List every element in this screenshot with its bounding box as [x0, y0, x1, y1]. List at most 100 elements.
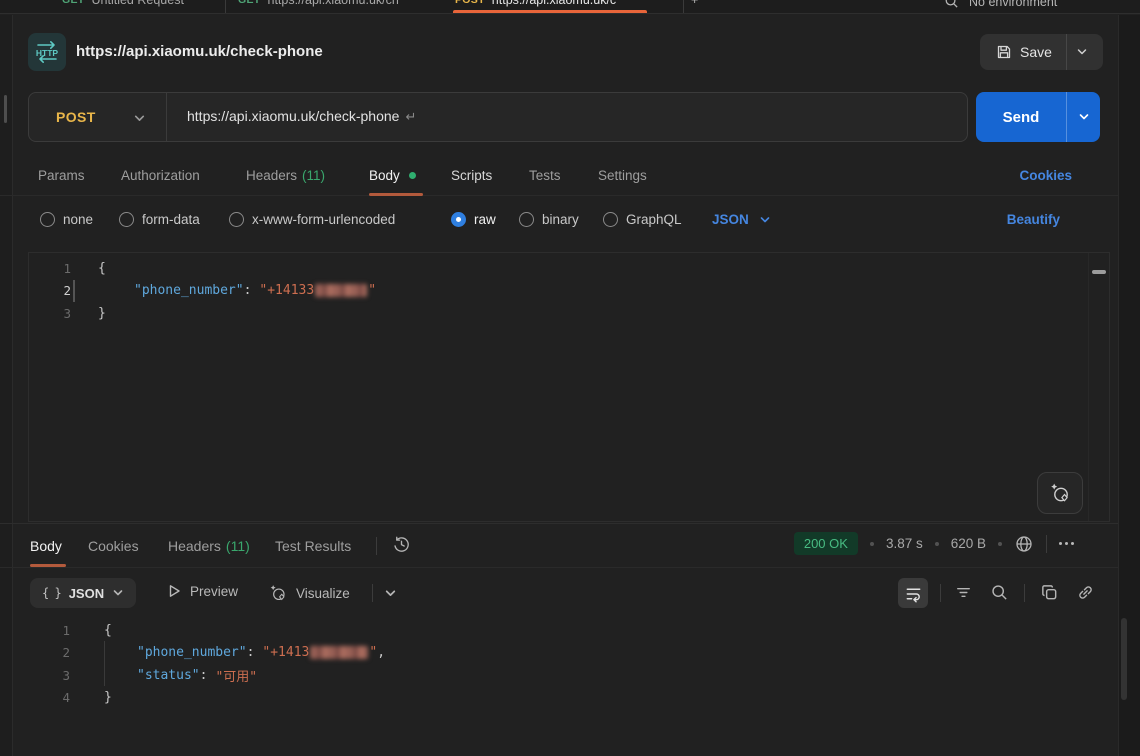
radio-raw-selected[interactable]: raw [451, 212, 496, 227]
headers-count: (11) [302, 168, 325, 183]
response-body-viewer[interactable]: 1 { 2 "phone_number":"+1413", 3 "status"… [28, 612, 1118, 756]
search-icon[interactable] [990, 583, 1009, 602]
response-history-icon[interactable] [392, 535, 411, 554]
postbot-ai-button[interactable] [1037, 472, 1083, 514]
redacted-phone-digits [315, 284, 367, 297]
editor-scrollbar-thumb[interactable] [1092, 270, 1106, 274]
sparkle-circle-icon [268, 583, 288, 603]
tab-tests[interactable]: Tests [529, 168, 561, 183]
save-options-caret[interactable] [1066, 34, 1097, 70]
copy-icon[interactable] [1040, 583, 1059, 602]
url-divider [166, 93, 167, 141]
network-globe-icon[interactable] [1014, 534, 1034, 554]
radio-binary[interactable]: binary [519, 212, 579, 227]
line-number: 1 [28, 623, 70, 638]
response-tab-body[interactable]: Body [30, 538, 62, 554]
link-icon[interactable] [1076, 583, 1095, 602]
tab-settings[interactable]: Settings [598, 168, 647, 183]
save-button[interactable]: Save [980, 34, 1103, 70]
tab-divider [225, 0, 226, 14]
preview-button[interactable]: Preview [166, 583, 238, 599]
radio-urlencoded[interactable]: x-www-form-urlencoded [229, 212, 395, 227]
visualize-button[interactable]: Visualize [268, 583, 350, 603]
dot-separator [935, 542, 939, 546]
radio-circle [40, 212, 55, 227]
chevron-down-icon [112, 587, 124, 599]
active-tab-underline [369, 193, 423, 196]
environment-label: No environment [969, 0, 1057, 9]
tab-title: https://api.xiaomu.uk/ch [268, 0, 399, 7]
environment-selector[interactable]: No environment [944, 0, 1057, 9]
radio-none[interactable]: none [40, 212, 93, 227]
divider [1024, 584, 1025, 602]
radio-circle-selected [451, 212, 466, 227]
radio-graphql[interactable]: GraphQL [603, 212, 682, 227]
send-button-label[interactable]: Send [976, 92, 1066, 142]
request-tab-active[interactable]: POST https://api.xiaomu.uk/c [455, 0, 616, 7]
line-number: 3 [29, 306, 71, 321]
send-options-caret[interactable] [1066, 92, 1100, 142]
tab-authorization[interactable]: Authorization [121, 168, 200, 183]
line-number: 2 [28, 645, 70, 660]
radio-form-data[interactable]: form-data [119, 212, 200, 227]
wrap-text-button[interactable] [898, 578, 928, 608]
method-selector[interactable]: POST [29, 93, 166, 141]
response-format-dropdown[interactable]: { } JSON [30, 578, 136, 608]
chevron-down-icon [759, 214, 771, 226]
code-line: 4 } [28, 687, 1118, 710]
beautify-link[interactable]: Beautify [1007, 212, 1060, 227]
request-tab-bar: Params Authorization Headers (11) Body S… [0, 150, 1118, 196]
view-options-caret[interactable] [384, 587, 397, 600]
left-sidebar-rail [0, 15, 13, 756]
chevron-down-icon [133, 112, 146, 125]
request-body-editor[interactable]: 1 { 2 "phone_number":"+14133" 3 } [28, 252, 1110, 522]
url-bar: POST https://api.xiaomu.uk/check-phone↵ [28, 92, 968, 142]
response-tab-test-results[interactable]: Test Results [275, 538, 351, 554]
url-input[interactable]: https://api.xiaomu.uk/check-phone↵ [187, 108, 416, 125]
code-line: 1 { [29, 257, 1109, 280]
request-tab-untitled[interactable]: GET Untitled Request [62, 0, 184, 7]
workspace-tab-bar: GET Untitled Request GET https://api.xia… [0, 0, 1140, 14]
divider [372, 584, 373, 602]
response-size[interactable]: 620 B [951, 536, 986, 551]
tab-params[interactable]: Params [38, 168, 85, 183]
response-tab-bar: Body Cookies Headers (11) Test Results 2… [0, 524, 1118, 568]
search-icon [944, 0, 959, 9]
tab-divider [683, 0, 684, 14]
send-button[interactable]: Send [976, 92, 1100, 142]
save-icon [996, 44, 1012, 60]
body-modified-dot [409, 172, 416, 179]
tab-title: https://api.xiaomu.uk/c [492, 0, 616, 7]
request-title: https://api.xiaomu.uk/check-phone [76, 43, 323, 60]
enter-hint: ↵ [405, 109, 416, 124]
dot-separator [870, 542, 874, 546]
response-tab-cookies[interactable]: Cookies [88, 538, 139, 554]
tab-body[interactable]: Body [369, 168, 416, 183]
tab-headers[interactable]: Headers (11) [246, 168, 325, 183]
indent-guide [104, 641, 105, 686]
line-number: 4 [28, 690, 70, 705]
response-toolbar: { } JSON Preview Visualize [0, 572, 1118, 614]
raw-format-dropdown[interactable]: JSON [712, 212, 771, 227]
active-tab-underline [453, 10, 647, 13]
code-line: 1 { [28, 619, 1118, 642]
response-time[interactable]: 3.87 s [886, 536, 923, 551]
divider [376, 537, 377, 555]
new-tab-button[interactable]: + [691, 0, 698, 7]
divider [940, 584, 941, 602]
line-number: 3 [28, 668, 70, 683]
response-tab-headers[interactable]: Headers (11) [168, 538, 250, 554]
tab-scripts[interactable]: Scripts [451, 168, 492, 183]
radio-circle [119, 212, 134, 227]
left-scrollbar-thumb[interactable] [4, 95, 7, 123]
response-meta: 200 OK 3.87 s 620 B [794, 532, 1074, 555]
cookies-link[interactable]: Cookies [1019, 168, 1072, 183]
divider [1046, 535, 1047, 553]
more-options-icon[interactable] [1059, 542, 1074, 545]
request-tab-2[interactable]: GET https://api.xiaomu.uk/ch [238, 0, 399, 7]
status-badge[interactable]: 200 OK [794, 532, 858, 555]
postman-app-window: GET Untitled Request GET https://api.xia… [0, 0, 1140, 756]
filter-icon[interactable] [954, 583, 973, 602]
headers-count: (11) [226, 538, 250, 554]
response-scrollbar-thumb[interactable] [1121, 618, 1127, 700]
